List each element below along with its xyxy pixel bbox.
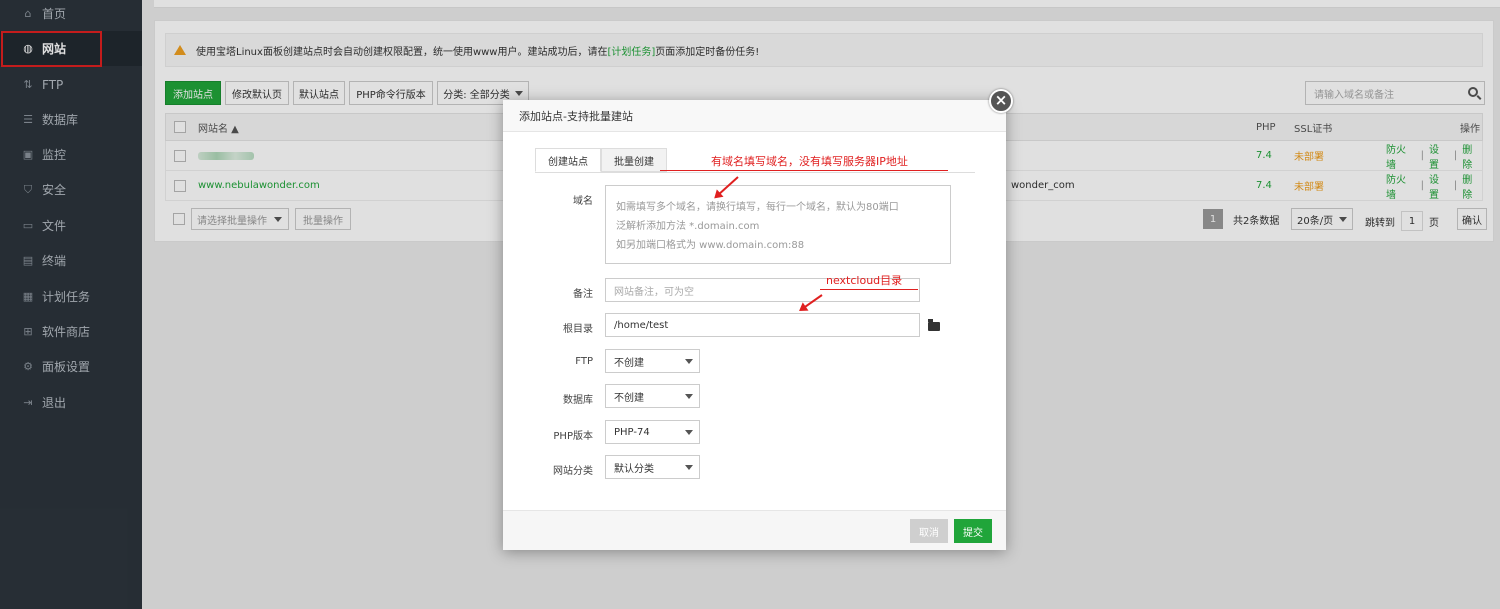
folder-open-icon[interactable] [928,319,940,331]
database-select-value: 不创建 [614,392,644,404]
modal-tabs: 创建站点 批量创建 [535,148,667,172]
tab-create-site[interactable]: 创建站点 [535,148,601,172]
domain-label: 域名 [573,196,593,207]
annotation-underline [660,170,948,171]
chevron-down-icon [685,394,693,399]
tab-batch-create[interactable]: 批量创建 [601,148,667,172]
database-select[interactable]: 不创建 [605,384,700,408]
remark-label: 备注 [573,289,593,300]
domain-placeholder-line: 泛解析添加方法 *.domain.com [616,221,760,232]
domain-textarea[interactable]: 如需填写多个域名，请换行填写，每行一个域名，默认为80端口 泛解析添加方法 *.… [605,185,951,264]
root-dir-value: /home/test [614,319,669,331]
close-icon[interactable]: × [989,89,1013,113]
domain-annotation: 有域名填写域名，没有填写服务器IP地址 [711,155,908,168]
root-dir-input[interactable]: /home/test [605,313,920,337]
root-dir-label: 根目录 [563,324,593,335]
php-version-label: PHP版本 [553,431,593,442]
php-version-value: PHP-74 [614,426,650,438]
chevron-down-icon [685,359,693,364]
annotation-underline [820,289,918,290]
ftp-select[interactable]: 不创建 [605,349,700,373]
modal-footer: 取消 提交 [503,510,1006,550]
remark-placeholder: 网站备注，可为空 [614,286,694,298]
root-dir-annotation: nextcloud目录 [826,274,903,287]
cancel-button[interactable]: 取消 [910,519,948,543]
chevron-down-icon [685,430,693,435]
site-category-select[interactable]: 默认分类 [605,455,700,479]
database-label: 数据库 [563,395,593,406]
ftp-select-value: 不创建 [614,357,644,369]
domain-placeholder-line: 如需填写多个域名，请换行填写，每行一个域名，默认为80端口 [616,202,899,213]
modal-title: 添加站点-支持批量建站 [503,100,1006,132]
site-category-value: 默认分类 [614,463,654,475]
ftp-label: FTP [575,356,593,367]
submit-button[interactable]: 提交 [954,519,992,543]
php-version-select[interactable]: PHP-74 [605,420,700,444]
tab-divider [535,172,975,173]
domain-placeholder-line: 如另加端口格式为 www.domain.com:88 [616,240,805,251]
site-category-label: 网站分类 [553,466,593,477]
chevron-down-icon [685,465,693,470]
